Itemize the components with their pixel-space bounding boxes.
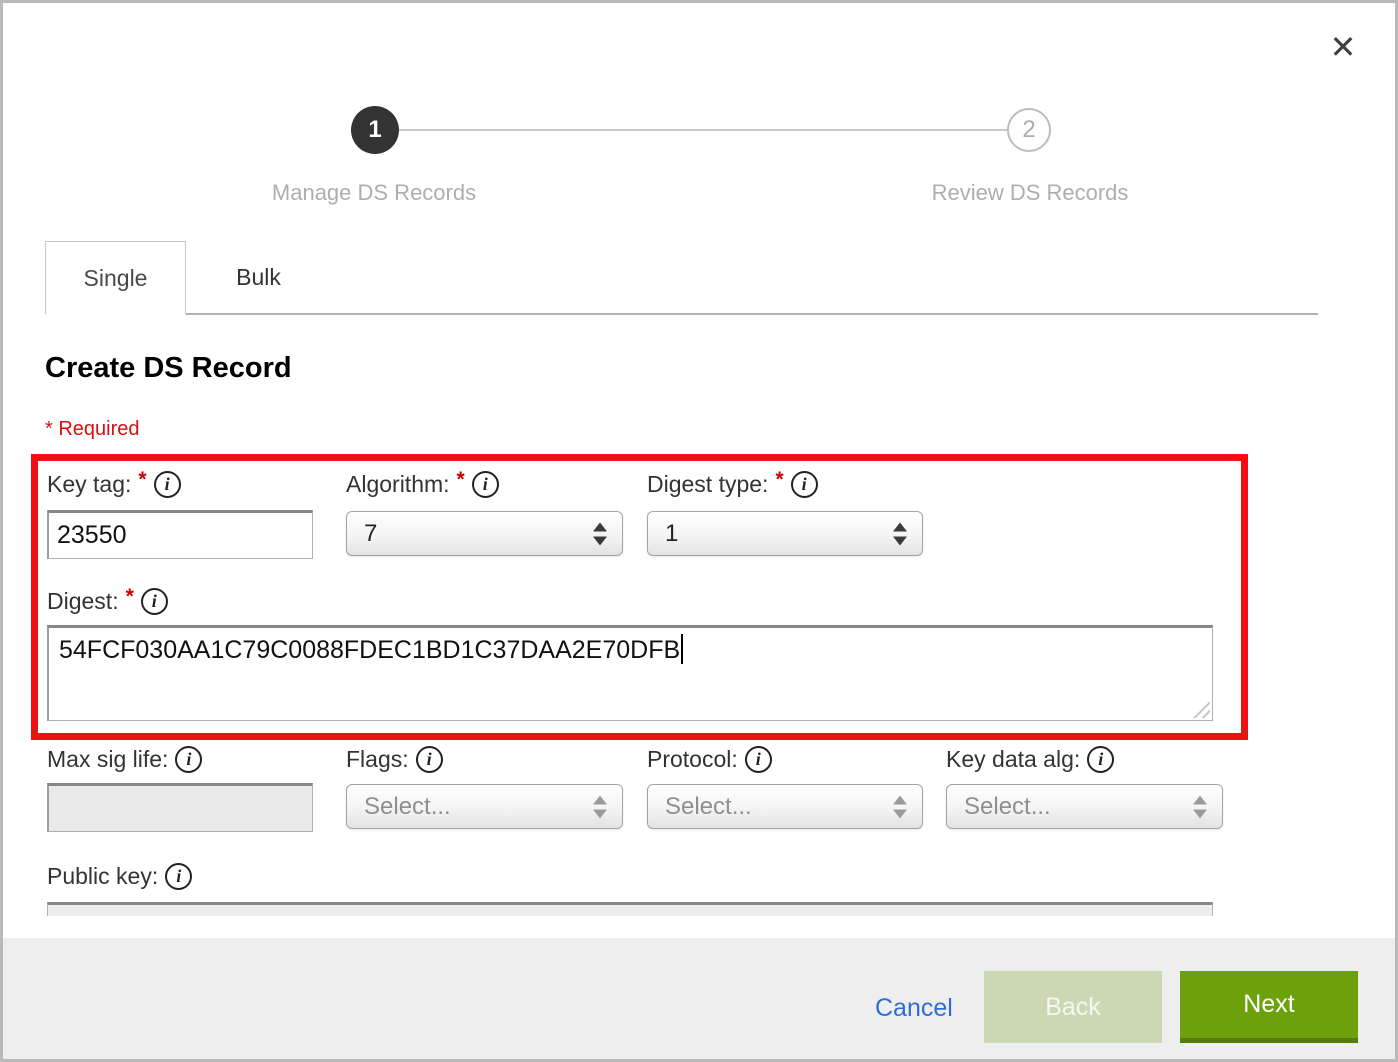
stepper-label-manage: Manage DS Records — [238, 180, 510, 206]
info-icon[interactable]: i — [1087, 746, 1114, 773]
select-arrows-icon — [893, 795, 907, 818]
digest-type-select[interactable]: 1 — [647, 511, 923, 556]
tab-bulk[interactable]: Bulk — [186, 241, 331, 314]
cancel-button[interactable]: Cancel — [875, 994, 953, 1023]
digest-label: Digest: * i — [47, 586, 168, 616]
digest-type-label: Digest type: * i — [647, 469, 818, 499]
info-icon[interactable]: i — [165, 863, 192, 890]
info-icon[interactable]: i — [141, 588, 168, 615]
select-arrows-icon — [593, 522, 607, 545]
digest-type-select-value: 1 — [665, 520, 678, 548]
stepper-step-1: 1 — [351, 106, 399, 154]
resize-handle-icon[interactable] — [1193, 701, 1210, 718]
stepper-step-2: 2 — [1007, 108, 1051, 152]
info-icon[interactable]: i — [416, 746, 443, 773]
page-title: Create DS Record — [45, 352, 292, 385]
flags-select-value: Select... — [364, 793, 451, 821]
key-data-alg-label: Key data alg: i — [946, 744, 1114, 774]
algorithm-select[interactable]: 7 — [346, 511, 623, 556]
tab-underline — [186, 313, 1318, 315]
key-tag-label-text: Key tag: — [47, 471, 131, 498]
digest-textarea[interactable]: 54FCF030AA1C79C0088FDEC1BD1C37DAA2E70DFB — [47, 625, 1213, 721]
protocol-label-text: Protocol: — [647, 746, 738, 773]
public-key-textarea[interactable] — [47, 902, 1213, 916]
max-sig-life-label: Max sig life: i — [47, 744, 202, 774]
stepper-label-review: Review DS Records — [901, 180, 1159, 206]
max-sig-life-label-text: Max sig life: — [47, 746, 168, 773]
required-asterisk: * — [457, 468, 465, 492]
close-icon[interactable]: ✕ — [1321, 25, 1365, 69]
create-ds-record-dialog: ✕ 1 2 Manage DS Records Review DS Record… — [0, 0, 1398, 1062]
info-icon[interactable]: i — [745, 746, 772, 773]
back-button[interactable]: Back — [984, 971, 1162, 1043]
dialog-footer: Cancel Back Next — [3, 938, 1395, 1059]
required-note: * Required — [45, 418, 140, 441]
public-key-label-text: Public key: — [47, 863, 158, 890]
digest-value: 54FCF030AA1C79C0088FDEC1BD1C37DAA2E70DFB — [59, 636, 680, 664]
digest-type-label-text: Digest type: — [647, 471, 768, 498]
protocol-select[interactable]: Select... — [647, 784, 923, 829]
key-tag-input[interactable] — [47, 510, 313, 559]
tab-single[interactable]: Single — [45, 241, 186, 314]
info-icon[interactable]: i — [154, 471, 181, 498]
digest-label-text: Digest: — [47, 588, 119, 615]
flags-label-text: Flags: — [346, 746, 409, 773]
max-sig-life-input[interactable] — [47, 783, 313, 832]
algorithm-label: Algorithm: * i — [346, 469, 499, 499]
algorithm-label-text: Algorithm: — [346, 471, 450, 498]
key-data-alg-select[interactable]: Select... — [946, 784, 1223, 829]
next-button[interactable]: Next — [1180, 971, 1358, 1043]
public-key-label: Public key: i — [47, 861, 192, 891]
flags-label: Flags: i — [346, 744, 443, 774]
key-data-alg-select-value: Select... — [964, 793, 1051, 821]
key-data-alg-label-text: Key data alg: — [946, 746, 1080, 773]
key-tag-label: Key tag: * i — [47, 469, 181, 499]
protocol-select-value: Select... — [665, 793, 752, 821]
required-asterisk: * — [126, 585, 134, 609]
required-asterisk: * — [138, 468, 146, 492]
select-arrows-icon — [893, 522, 907, 545]
algorithm-select-value: 7 — [364, 520, 377, 548]
select-arrows-icon — [593, 795, 607, 818]
stepper-connector — [399, 129, 1007, 131]
info-icon[interactable]: i — [175, 746, 202, 773]
flags-select[interactable]: Select... — [346, 784, 623, 829]
info-icon[interactable]: i — [472, 471, 499, 498]
info-icon[interactable]: i — [791, 471, 818, 498]
text-cursor — [681, 634, 683, 664]
required-asterisk: * — [775, 468, 783, 492]
protocol-label: Protocol: i — [647, 744, 772, 774]
select-arrows-icon — [1193, 795, 1207, 818]
